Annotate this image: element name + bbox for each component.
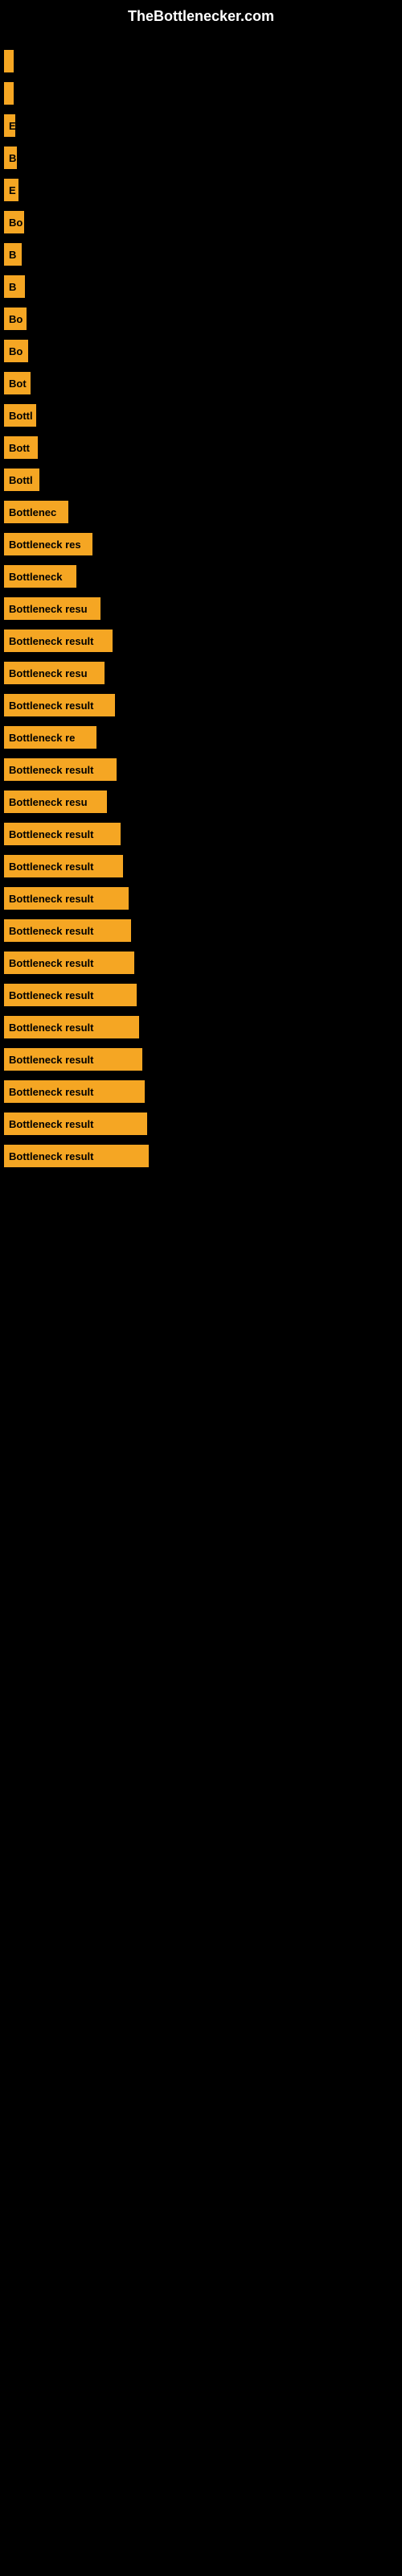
bar-label: Bottlenec xyxy=(4,501,68,523)
bar-row: E xyxy=(0,174,402,206)
bars-container: EBEBoBBBoBoBotBottlBottBottlBottlenecBot… xyxy=(0,37,402,1180)
bar-row: B xyxy=(0,238,402,270)
bar-label: Bottl xyxy=(4,404,36,427)
bar-row: Bottleneck resu xyxy=(0,657,402,689)
bar-row xyxy=(0,45,402,77)
bar-label: B xyxy=(4,147,17,169)
bar-row: Bottleneck xyxy=(0,560,402,592)
bar-row: Bottleneck result xyxy=(0,914,402,947)
bar-row: Bottleneck resu xyxy=(0,592,402,625)
bar-label: Bottleneck result xyxy=(4,1145,149,1167)
bar-label: Bottleneck resu xyxy=(4,662,105,684)
bar-label: Bottleneck result xyxy=(4,887,129,910)
bar-label: Bottleneck result xyxy=(4,758,117,781)
bar-label: Bottleneck result xyxy=(4,952,134,974)
bar-label: Bottleneck result xyxy=(4,1016,139,1038)
bar-label: Bottleneck resu xyxy=(4,597,100,620)
bar-row: Bottleneck result xyxy=(0,1140,402,1172)
bar-label: Bottleneck re xyxy=(4,726,96,749)
bar-label: Bottleneck result xyxy=(4,694,115,716)
bar-row: Bottleneck result xyxy=(0,1108,402,1140)
bar-label: Bottleneck result xyxy=(4,630,113,652)
bar-row: Bottleneck result xyxy=(0,947,402,979)
bar-row: Bottleneck result xyxy=(0,882,402,914)
bar-label: B xyxy=(4,275,25,298)
bar-row xyxy=(0,77,402,109)
bar-row: Bo xyxy=(0,335,402,367)
bar-label: Bott xyxy=(4,436,38,459)
bar-row: Bottleneck result xyxy=(0,818,402,850)
bar-row: E xyxy=(0,109,402,142)
bar-label: Bottleneck result xyxy=(4,1113,147,1135)
bar-row: Bottlenec xyxy=(0,496,402,528)
bar-row: Bottleneck re xyxy=(0,721,402,753)
bar-label: Bottleneck res xyxy=(4,533,92,555)
bar-label: Bo xyxy=(4,340,28,362)
bar-label: B xyxy=(4,243,22,266)
bar-row: Bottleneck result xyxy=(0,1043,402,1075)
bar-label: Bottleneck resu xyxy=(4,791,107,813)
bar-row: Bo xyxy=(0,303,402,335)
bar-label: Bottleneck result xyxy=(4,855,123,877)
bar-row: Bottleneck result xyxy=(0,1075,402,1108)
bar-row: Bottl xyxy=(0,464,402,496)
bar-label xyxy=(4,82,14,105)
bar-row: Bottl xyxy=(0,399,402,431)
bar-row: Bottleneck result xyxy=(0,689,402,721)
site-title: TheBottlenecker.com xyxy=(0,0,402,37)
bar-row: Bottleneck resu xyxy=(0,786,402,818)
bar-row: Bottleneck result xyxy=(0,625,402,657)
bar-label: Bo xyxy=(4,308,27,330)
bar-label: Bot xyxy=(4,372,31,394)
bar-label: Bottleneck result xyxy=(4,823,121,845)
bar-label xyxy=(4,50,14,72)
bar-row: Bottleneck result xyxy=(0,1011,402,1043)
bar-row: Bott xyxy=(0,431,402,464)
bar-label: Bottl xyxy=(4,469,39,491)
bar-row: B xyxy=(0,270,402,303)
bar-label: Bottleneck xyxy=(4,565,76,588)
bar-label: Bottleneck result xyxy=(4,1080,145,1103)
bar-label: Bottleneck result xyxy=(4,1048,142,1071)
bar-row: Bottleneck res xyxy=(0,528,402,560)
bar-label: Bottleneck result xyxy=(4,984,137,1006)
bar-label: E xyxy=(4,179,18,201)
bar-row: Bottleneck result xyxy=(0,753,402,786)
bar-label: Bottleneck result xyxy=(4,919,131,942)
bar-label: Bo xyxy=(4,211,24,233)
bar-label: E xyxy=(4,114,15,137)
bar-row: Bot xyxy=(0,367,402,399)
bar-row: Bottleneck result xyxy=(0,850,402,882)
bar-row: Bo xyxy=(0,206,402,238)
bar-row: Bottleneck result xyxy=(0,979,402,1011)
bar-row: B xyxy=(0,142,402,174)
